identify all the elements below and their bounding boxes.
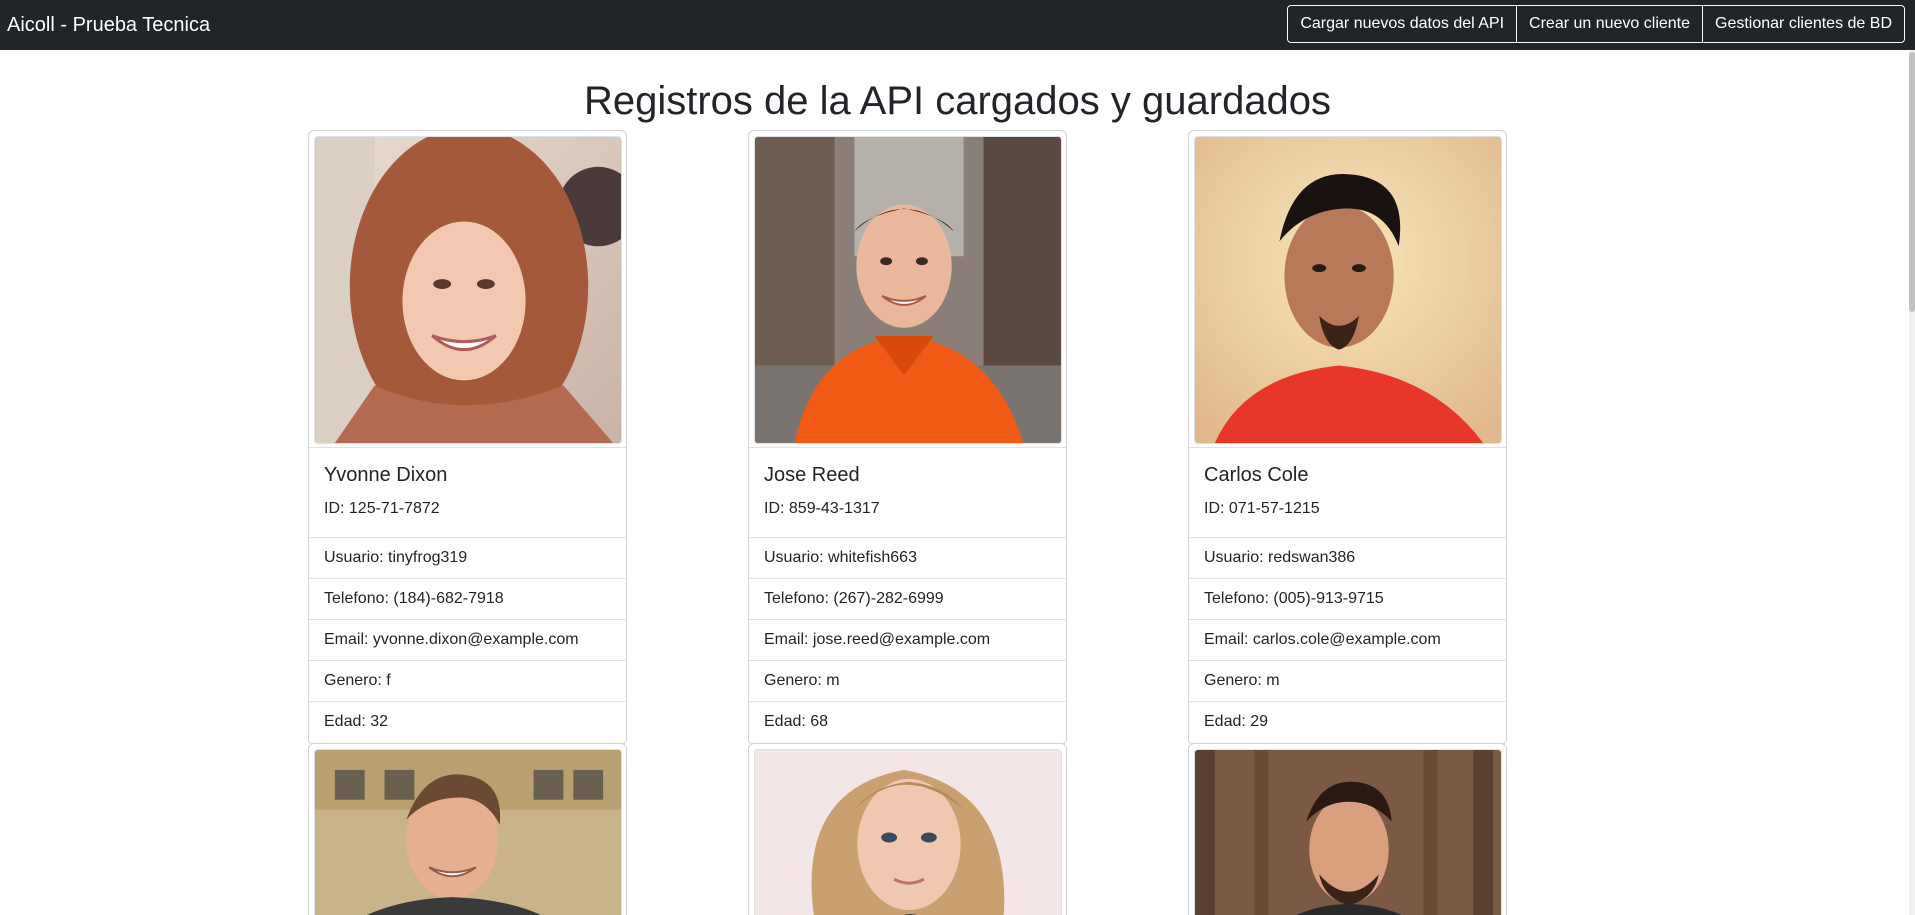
client-username: Usuario: redswan386 [1189, 537, 1506, 578]
client-name: Jose Reed [764, 464, 860, 486]
navbar: Aicoll - Prueba Tecnica Cargar nuevos da… [0, 0, 1915, 50]
card-body: Carlos Cole ID: 071-57-1215 [1189, 447, 1506, 547]
client-age: Edad: 32 [309, 701, 626, 742]
client-photo [314, 749, 622, 915]
client-photo [314, 136, 622, 444]
client-id: ID: 071-57-1215 [1204, 500, 1320, 517]
manage-db-clients-button[interactable]: Gestionar clientes de BD [1702, 5, 1905, 43]
client-phone: Telefono: (184)-682-7918 [309, 578, 626, 619]
client-email: Email: yvonne.dixon@example.com [309, 619, 626, 660]
client-card: Jose Reed ID: 859-43-1317 Usuario: white… [748, 130, 1067, 745]
client-username: Usuario: tinyfrog319 [309, 537, 626, 578]
client-id: ID: 125-71-7872 [324, 500, 440, 517]
client-age: Edad: 29 [1189, 701, 1506, 742]
create-client-button[interactable]: Crear un nuevo cliente [1516, 5, 1704, 43]
client-name: Yvonne Dixon [324, 464, 448, 486]
load-api-data-button[interactable]: Cargar nuevos datos del API [1287, 5, 1518, 43]
client-phone: Telefono: (267)-282-6999 [749, 578, 1066, 619]
client-card: Carlos Cole ID: 071-57-1215 Usuario: red… [1188, 130, 1507, 745]
client-phone: Telefono: (005)-913-9715 [1189, 578, 1506, 619]
client-photo [754, 749, 1062, 915]
card-body: Yvonne Dixon ID: 125-71-7872 [309, 447, 626, 547]
client-card [1188, 743, 1507, 915]
page-scrollbar[interactable] [1909, 50, 1915, 915]
client-email: Email: carlos.cole@example.com [1189, 619, 1506, 660]
navbar-brand[interactable]: Aicoll - Prueba Tecnica [7, 0, 210, 50]
client-card [748, 743, 1067, 915]
client-name: Carlos Cole [1204, 464, 1309, 486]
nav-button-group: Cargar nuevos datos del API Crear un nue… [1287, 5, 1905, 43]
client-card: Yvonne Dixon ID: 125-71-7872 Usuario: ti… [308, 130, 627, 745]
client-card [308, 743, 627, 915]
client-photo [1194, 136, 1502, 444]
client-email: Email: jose.reed@example.com [749, 619, 1066, 660]
client-username: Usuario: whitefish663 [749, 537, 1066, 578]
client-photo [1194, 749, 1502, 915]
client-id: ID: 859-43-1317 [764, 500, 880, 517]
client-gender: Genero: f [309, 660, 626, 701]
client-gender: Genero: m [1189, 660, 1506, 701]
card-body: Jose Reed ID: 859-43-1317 [749, 447, 1066, 547]
page-title: Registros de la API cargados y guardados [583, 79, 1332, 123]
client-age: Edad: 68 [749, 701, 1066, 742]
client-photo [754, 136, 1062, 444]
client-gender: Genero: m [749, 660, 1066, 701]
